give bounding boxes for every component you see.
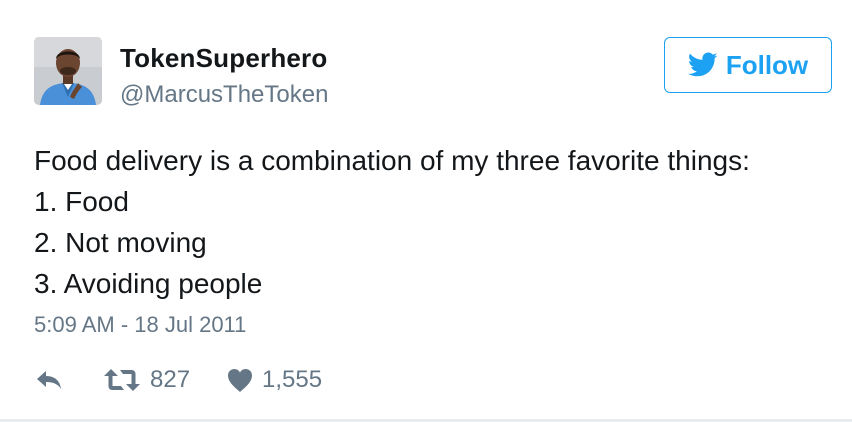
tweet-timestamp[interactable]: 5:09 AM - 18 Jul 2011: [34, 312, 246, 338]
twitter-bird-icon: [687, 52, 718, 77]
retweet-icon: [104, 369, 140, 391]
reply-button[interactable]: [34, 364, 64, 396]
follow-button[interactable]: Follow: [664, 37, 832, 93]
retweet-button[interactable]: 827: [102, 364, 190, 396]
avatar-image: [34, 37, 102, 105]
tweet-text-line: 3. Avoiding people: [34, 268, 263, 299]
author-handle[interactable]: @MarcusTheToken: [120, 81, 328, 109]
tweet-text-line: 2. Not moving: [34, 227, 207, 258]
retweet-count: 827: [150, 366, 191, 393]
follow-button-label: Follow: [725, 49, 809, 80]
tweet-actions: 827 1,555: [34, 364, 434, 396]
tweet-card: TokenSuperhero @MarcusTheToken Follow Fo…: [0, 0, 852, 422]
reply-icon: [37, 371, 61, 389]
like-count: 1,555: [262, 366, 323, 393]
heart-icon: [228, 369, 252, 392]
tweet-text-line: 1. Food: [34, 186, 129, 217]
tweet-text: Food delivery is a combination of my thr…: [34, 140, 834, 304]
author-display-name[interactable]: TokenSuperhero: [120, 43, 327, 74]
tweet-text-line: Food delivery is a combination of my thr…: [34, 145, 750, 176]
avatar[interactable]: [34, 37, 102, 105]
like-button[interactable]: 1,555: [226, 364, 322, 396]
